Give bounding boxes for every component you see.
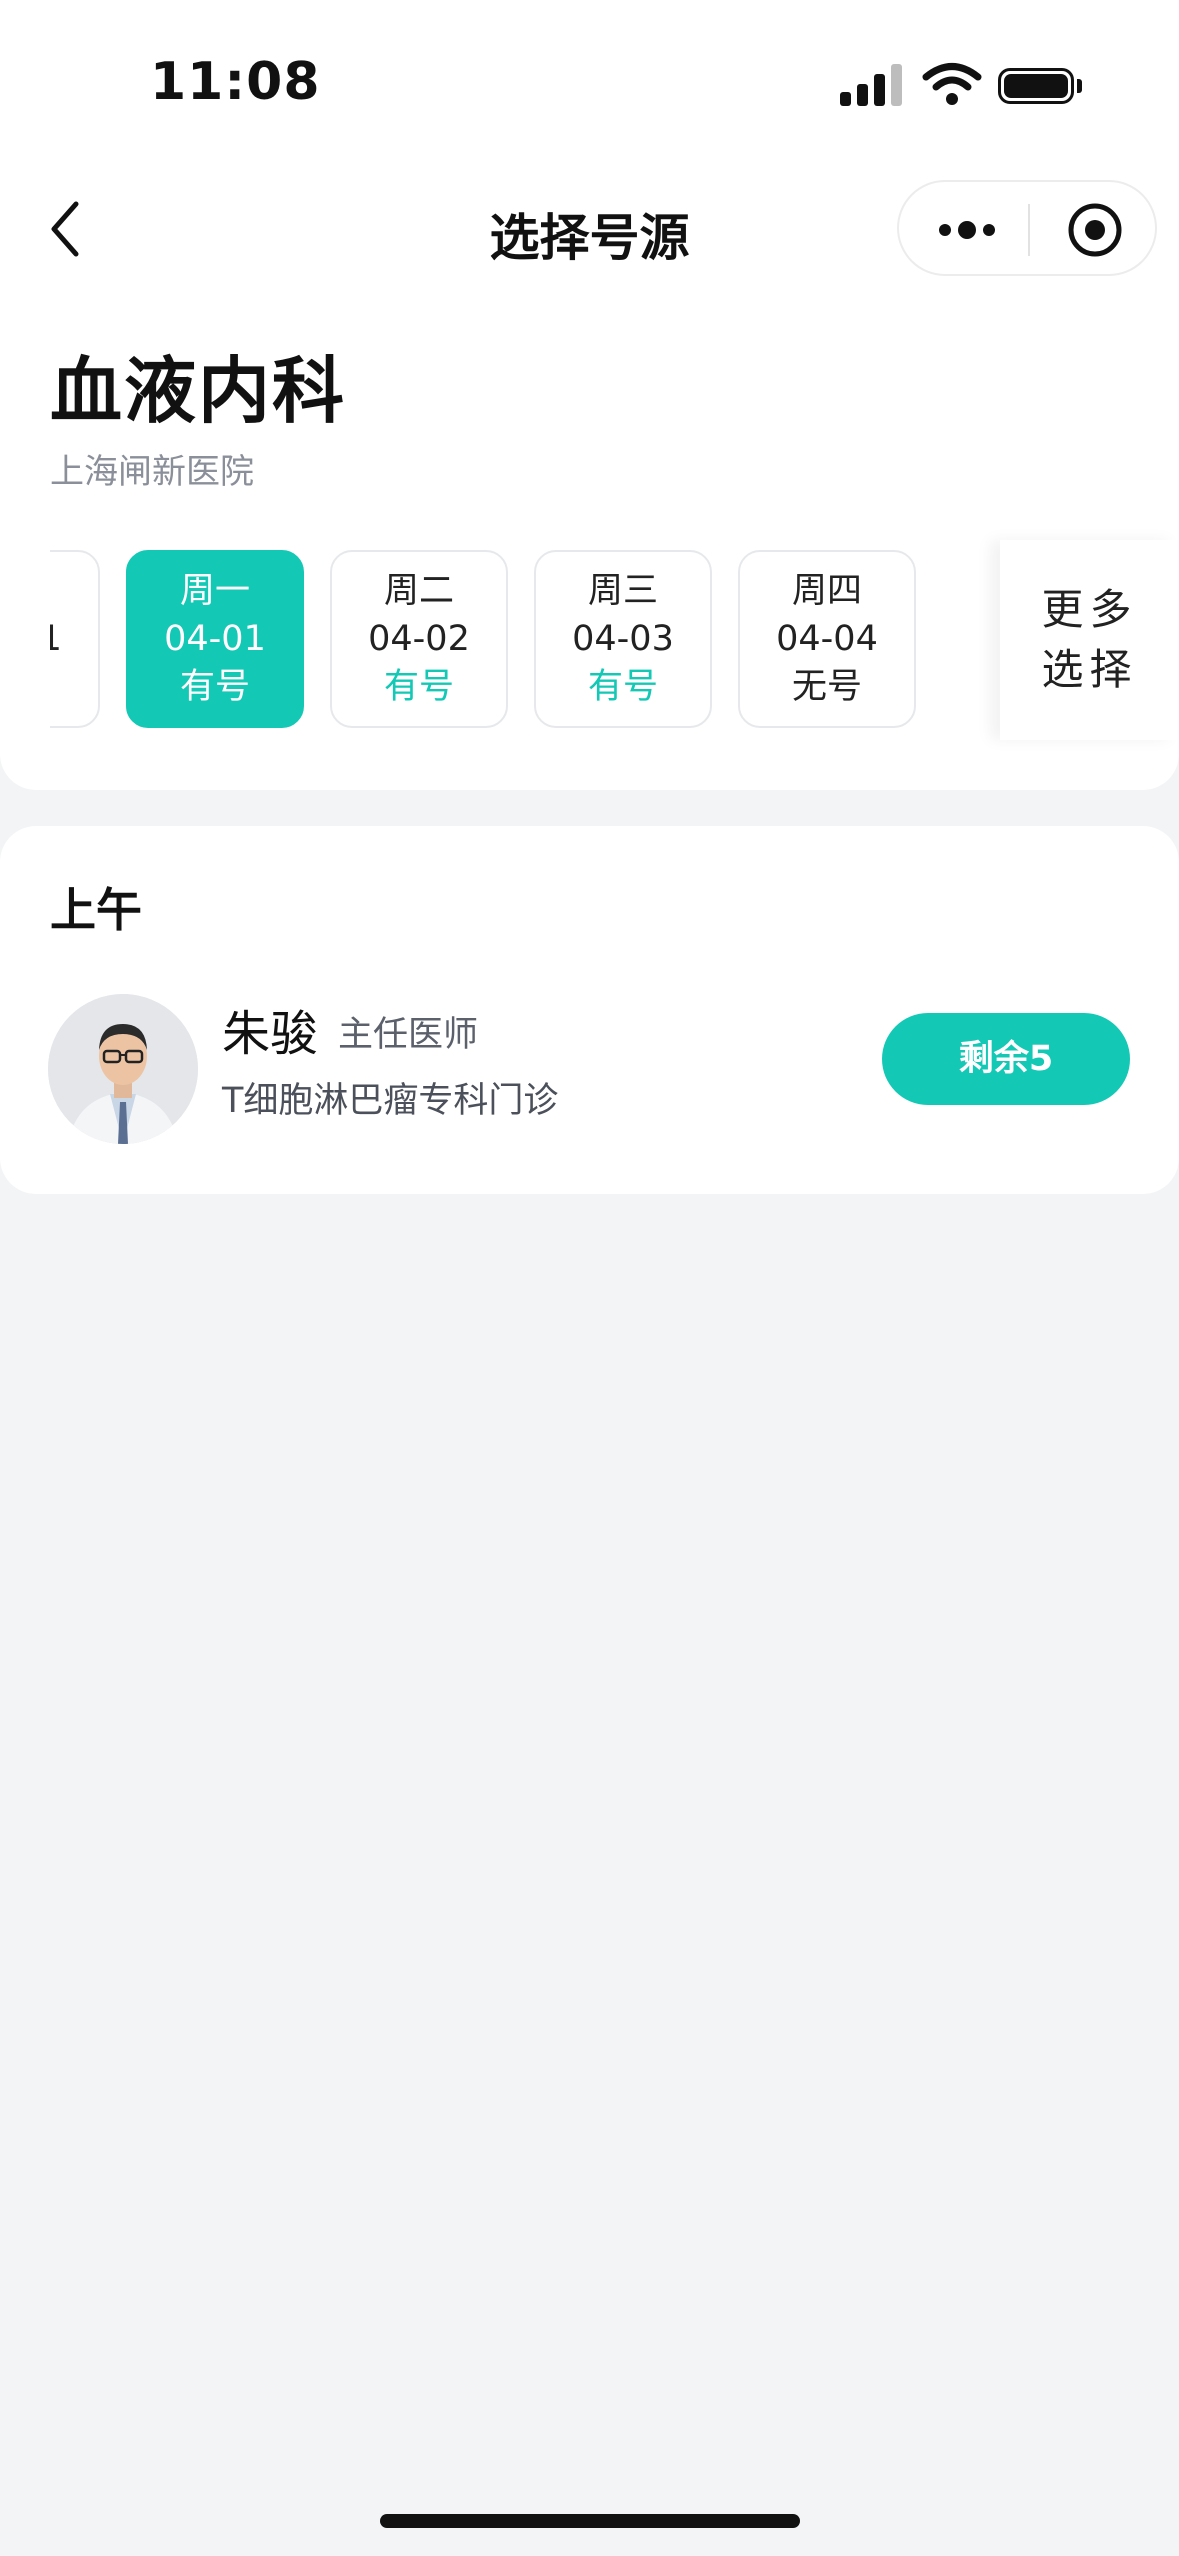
more-icon[interactable] [935,210,999,250]
date-status: 有号 [587,667,658,707]
more-dates-button[interactable]: 更多 选择 [1000,540,1179,740]
date-status: 无号 [791,667,862,707]
date-card[interactable]: 周四 04-04 无号 [738,550,916,728]
date-value: 04-03 [572,619,674,659]
date-weekday: 周一 [179,571,250,611]
more-dates-line1: 更多 [1041,585,1138,634]
doctor-title: 主任医师 [338,1015,479,1055]
date-weekday: 周四 [791,571,862,611]
date-value: 04-01 [164,619,266,659]
date-card[interactable]: 周三 04-03 有号 [534,550,712,728]
date-strip[interactable]: 周日 03-31 无号 周一 04-01 有号 周二 04-02 有号 周三 04-03 有号 周四 04… [50,548,1000,730]
period-label: 上午 [50,883,142,937]
date-value: 04-02 [368,619,470,659]
status-icons [840,60,1090,110]
department-name: 血液内科 [50,349,347,433]
status-time: 11:08 [150,52,321,112]
date-card[interactable]: 周一 04-01 有号 [126,550,304,728]
date-status: 有号 [179,667,250,707]
date-weekday: 周日 [50,567,98,615]
hospital-name: 上海闸新医院 [50,452,254,492]
header-panel: 11:08 选择号源 血液内科 上海闸新医院 1 周一 04-01 有号 周二 … [0,0,1179,790]
mini-program-capsule [897,180,1157,276]
date-card[interactable]: 周日 03-31 无号 [50,550,100,728]
page: 11:08 选择号源 血液内科 上海闸新医院 1 周一 04-01 有号 周二 … [0,0,1179,2556]
battery-cap [1077,79,1082,93]
remaining-slots-button[interactable]: 剩余5 [882,1013,1130,1105]
close-target-icon[interactable] [1067,202,1123,258]
date-weekday: 周三 [587,571,658,611]
wifi-icon [922,63,982,105]
doctor-avatar[interactable] [48,994,198,1144]
doctor-name[interactable]: 朱骏 [222,994,318,1064]
more-dates-line2: 选择 [1041,645,1138,694]
doctor-photo [48,994,198,1144]
capsule-divider [1028,204,1030,256]
date-card[interactable]: 周二 04-02 有号 [330,550,508,728]
home-indicator [380,2514,800,2528]
date-status: 无号 [50,663,98,711]
signal-icon [840,60,906,110]
date-status: 有号 [383,667,454,707]
clinic-name: T细胞淋巴瘤专科门诊 [222,1081,559,1121]
schedule-card: 上午 朱骏 主任医师 T细胞淋巴瘤专科门诊 剩余5 [0,826,1179,1194]
battery-icon [998,68,1074,104]
date-weekday: 周二 [383,571,454,611]
date-value: 03-31 [50,619,62,659]
date-value: 04-04 [776,619,878,659]
